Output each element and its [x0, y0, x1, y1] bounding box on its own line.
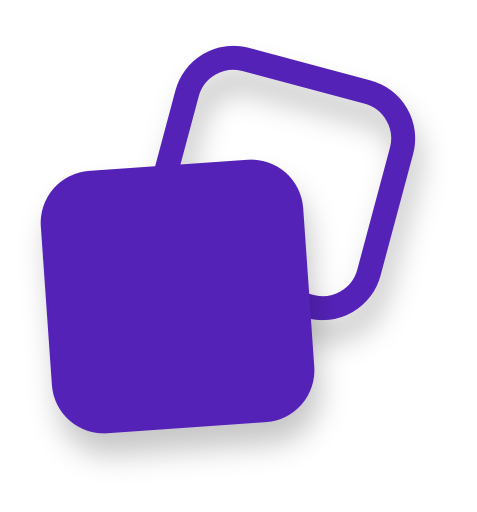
- logo-canvas: [0, 0, 477, 512]
- overlapping-squares-logo: [40, 45, 416, 434]
- front-filled-square-icon: [40, 159, 315, 434]
